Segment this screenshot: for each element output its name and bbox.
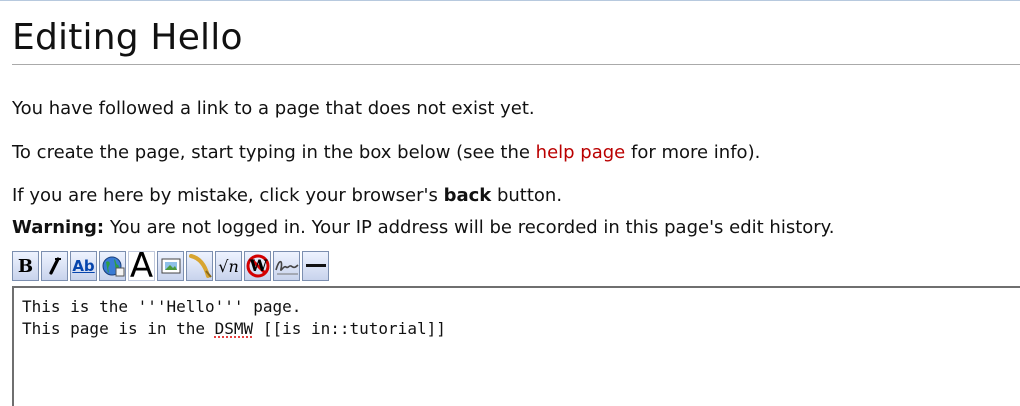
warning-label: Warning: bbox=[12, 217, 104, 238]
warning-text: You are not logged in. Your IP address w… bbox=[104, 217, 834, 238]
edit-content: This is the '''Hello''' page. This page … bbox=[22, 296, 446, 340]
create-prefix: To create the page, start typing in the … bbox=[12, 142, 536, 163]
misspelled-word: DSMW bbox=[215, 319, 254, 338]
mistake-prefix: If you are here by mistake, click your b… bbox=[12, 185, 444, 206]
internal-link-icon: Ab bbox=[72, 257, 94, 275]
italic-button[interactable] bbox=[41, 251, 68, 281]
edit-toolbar: B Ab A √n W bbox=[12, 251, 331, 283]
horizontal-line-button[interactable] bbox=[302, 251, 329, 281]
notice-create: To create the page, start typing in the … bbox=[12, 141, 760, 165]
horizontal-line-icon bbox=[305, 261, 327, 271]
back-word: back bbox=[444, 185, 492, 206]
globe-link-icon bbox=[101, 254, 125, 278]
create-suffix: for more info). bbox=[625, 142, 760, 163]
nowiki-icon: W bbox=[246, 254, 270, 278]
image-icon bbox=[161, 258, 181, 274]
edit-line-2-prefix: This page is in the bbox=[22, 319, 215, 338]
media-link-button[interactable] bbox=[186, 251, 213, 281]
edit-textarea[interactable]: This is the '''Hello''' page. This page … bbox=[12, 286, 1020, 406]
headline-button[interactable]: A bbox=[128, 251, 155, 281]
signature-button[interactable] bbox=[273, 251, 300, 281]
math-icon: √n bbox=[218, 257, 239, 276]
bold-button[interactable]: B bbox=[12, 251, 39, 281]
math-formula-button[interactable]: √n bbox=[215, 251, 242, 281]
embedded-file-button[interactable] bbox=[157, 251, 184, 281]
bold-icon: B bbox=[18, 256, 33, 277]
notice-mistake: If you are here by mistake, click your b… bbox=[12, 184, 562, 208]
edit-line-2-suffix: [[is in::tutorial]] bbox=[253, 319, 446, 338]
internal-link-button[interactable]: Ab bbox=[70, 251, 97, 281]
top-border bbox=[0, 0, 1020, 15]
headline-icon: A bbox=[130, 251, 153, 281]
signature-icon bbox=[274, 255, 300, 277]
help-page-link[interactable]: help page bbox=[536, 142, 626, 163]
notice-warning: Warning: You are not logged in. Your IP … bbox=[12, 216, 834, 240]
italic-icon bbox=[46, 256, 64, 276]
page-title: Editing Hello bbox=[12, 14, 243, 62]
nowiki-letter: W bbox=[250, 257, 268, 275]
title-divider bbox=[12, 64, 1020, 65]
nowiki-button[interactable]: W bbox=[244, 251, 271, 281]
edit-line-1: This is the '''Hello''' page. bbox=[22, 297, 301, 316]
mistake-suffix: button. bbox=[491, 185, 562, 206]
media-icon bbox=[188, 253, 212, 279]
external-link-button[interactable] bbox=[99, 251, 126, 281]
notice-not-exist: You have followed a link to a page that … bbox=[12, 97, 535, 121]
